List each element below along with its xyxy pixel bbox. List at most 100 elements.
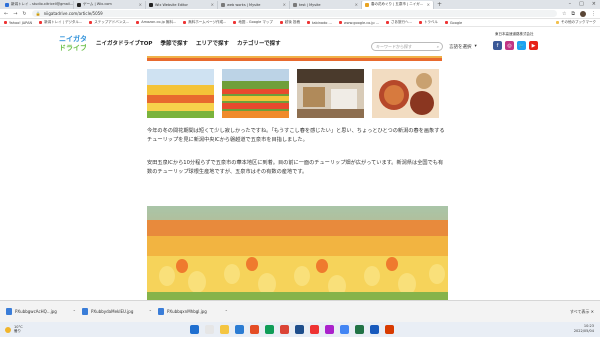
taskbar-app-icon[interactable] bbox=[280, 325, 289, 334]
taskbar-app-icon[interactable] bbox=[250, 325, 259, 334]
nav-area[interactable]: エリアで探す bbox=[196, 39, 229, 47]
close-window-icon[interactable]: × bbox=[592, 1, 596, 7]
thumbnail-tulip-field[interactable] bbox=[147, 69, 214, 118]
article-paragraph: 安田五泉ICから10分程らずで五泉市の華本地区に到着。目の前に一面のチューリップ… bbox=[147, 160, 444, 175]
logo-line-1: ニイガタ bbox=[59, 34, 86, 43]
clock-date[interactable]: 2022/05/04 bbox=[574, 329, 594, 334]
facebook-icon[interactable]: f bbox=[493, 41, 502, 50]
bookmark-item[interactable]: tabinado ... bbox=[307, 21, 332, 25]
browser-tab[interactable]: test | Mysite × bbox=[290, 0, 362, 9]
tab-close-icon[interactable]: × bbox=[427, 2, 430, 7]
show-all-button[interactable]: すべて表示 ✕ bbox=[570, 309, 594, 315]
browser-tab[interactable]: web works | Mysite × bbox=[218, 0, 290, 9]
bookmark-item[interactable]: Amazon.co.jp 無料... bbox=[136, 20, 176, 25]
weather-widget[interactable]: 10°C 曇り bbox=[5, 325, 115, 334]
bookmark-item[interactable]: その他のブックマーク bbox=[556, 20, 596, 25]
youtube-icon[interactable]: ▶ bbox=[529, 41, 538, 50]
bookmark-icon bbox=[4, 21, 7, 24]
bookmark-item[interactable]: さあ旅行へ... bbox=[386, 20, 412, 25]
download-item[interactable]: PXubbgwcAcHQ...jpg ⌃ bbox=[6, 308, 76, 315]
extensions-icon[interactable]: ⧉ bbox=[571, 11, 575, 17]
bookmark-item[interactable]: 越後 投稿 bbox=[279, 20, 300, 25]
tab-favicon-icon bbox=[365, 2, 369, 7]
image-file-icon bbox=[158, 308, 164, 315]
tab-favicon-icon bbox=[293, 2, 297, 7]
browser-tab-strip: 新潟トレイ - studio.xitricell@gmail...× ゲーム |… bbox=[0, 0, 600, 9]
twitter-icon[interactable]: 🐦 bbox=[517, 41, 526, 50]
address-bar: ← → ↻ 🔒 niigatadrive.com/article/5059 ☆ … bbox=[0, 9, 600, 19]
browser-tab[interactable]: 新潟トレイ - studio.xitricell@gmail...× bbox=[2, 0, 74, 9]
thumbnail-tulip-rows[interactable] bbox=[222, 69, 289, 118]
photo-thumbnails bbox=[147, 69, 439, 118]
taskbar-app-icon[interactable] bbox=[235, 325, 244, 334]
tab-close-icon[interactable]: × bbox=[355, 2, 358, 7]
taskbar-app-icon[interactable] bbox=[355, 325, 364, 334]
nav-season[interactable]: 季節で探す bbox=[160, 39, 188, 47]
menu-icon[interactable]: ⋮ bbox=[591, 11, 596, 17]
tab-close-icon[interactable]: × bbox=[211, 2, 214, 7]
taskbar-app-icon[interactable] bbox=[325, 325, 334, 334]
url-field[interactable]: 🔒 niigatadrive.com/article/5059 bbox=[31, 10, 557, 17]
forward-icon[interactable]: → bbox=[13, 11, 17, 17]
folder-icon bbox=[556, 21, 559, 24]
back-icon[interactable]: ← bbox=[4, 11, 8, 17]
chevron-up-icon[interactable]: ⌃ bbox=[225, 309, 228, 314]
taskbar-app-icon[interactable] bbox=[310, 325, 319, 334]
bookmark-icon bbox=[444, 21, 448, 24]
minimize-icon[interactable]: – bbox=[569, 1, 572, 7]
bookmark-item[interactable]: 地図 - Google マップ bbox=[233, 20, 273, 25]
taskbar-app-icon[interactable] bbox=[385, 325, 394, 334]
bookmark-item[interactable]: トラベル bbox=[418, 20, 438, 25]
tulip-photo-strip bbox=[147, 56, 442, 61]
site-search-input[interactable]: キーワードから探す ⌕ bbox=[371, 42, 443, 51]
star-icon[interactable]: ☆ bbox=[562, 11, 566, 17]
browser-tab[interactable]: ゲーム | Wix.com × bbox=[74, 0, 146, 9]
taskbar-app-icon[interactable] bbox=[370, 325, 379, 334]
download-item[interactable]: PXubbydaMeklEU.jpg ⌃ bbox=[82, 308, 152, 315]
taskbar-app-icon[interactable] bbox=[220, 325, 229, 334]
reload-icon[interactable]: ↻ bbox=[22, 11, 26, 17]
new-tab-icon[interactable]: + bbox=[437, 1, 442, 8]
search-icon[interactable]: ⌕ bbox=[437, 44, 439, 49]
download-item[interactable]: PXubbqxnMhbgl.jpg ⌃ bbox=[158, 308, 228, 315]
thumbnail-shop-interior[interactable] bbox=[297, 69, 364, 118]
taskbar-app-icon[interactable] bbox=[340, 325, 349, 334]
bookmark-icon bbox=[39, 21, 43, 24]
bookmark-item[interactable]: 無料ホームページ作成... bbox=[183, 20, 226, 25]
taskbar-app-icon[interactable] bbox=[265, 325, 274, 334]
bookmark-item[interactable]: Google bbox=[444, 21, 462, 25]
tab-close-icon[interactable]: × bbox=[283, 2, 286, 7]
bookmark-icon bbox=[338, 21, 342, 24]
download-bar: PXubbgwcAcHQ...jpg ⌃ PXubbydaMeklEU.jpg ⌃ … bbox=[0, 300, 600, 322]
chevron-up-icon[interactable]: ⌃ bbox=[73, 309, 76, 314]
image-file-icon bbox=[82, 308, 88, 315]
maximize-icon[interactable]: □ bbox=[579, 1, 584, 7]
tab-favicon-icon bbox=[5, 2, 9, 7]
bookmark-item[interactable]: 新潟トレイ | デジタル... bbox=[39, 20, 82, 25]
lock-icon: 🔒 bbox=[35, 11, 41, 16]
browser-tab[interactable]: Wix Website Editor × bbox=[146, 0, 218, 9]
bookmark-item[interactable]: Yahoo! JAPAN bbox=[4, 21, 32, 25]
taskbar-app-icon[interactable] bbox=[190, 325, 199, 334]
profile-avatar[interactable] bbox=[580, 10, 586, 17]
bookmark-icon bbox=[183, 21, 187, 24]
system-tray: 10:23 2022/05/04 bbox=[574, 324, 594, 334]
language-select[interactable]: 言語を選択 ▾ bbox=[449, 42, 481, 51]
nexco-logo[interactable]: 東日本高速道路株式会社 bbox=[495, 32, 534, 37]
site-logo[interactable]: ニイガタ ドライブ bbox=[58, 32, 87, 54]
browser-tab-active[interactable]: 春の花めぐり | 五泉市 | ニイガ... × bbox=[362, 0, 434, 9]
nav-category[interactable]: カテゴリーで探す bbox=[237, 39, 281, 47]
social-links: f ◎ 🐦 ▶ bbox=[493, 41, 538, 50]
chevron-up-icon[interactable]: ⌃ bbox=[149, 309, 152, 314]
site-nav: ニイガタドライブTOP 季節で探す エリアで探す カテゴリーで探す bbox=[96, 39, 281, 47]
nav-top[interactable]: ニイガタドライブTOP bbox=[96, 39, 152, 47]
bookmark-item[interactable]: ステップアドバンス... bbox=[89, 20, 129, 25]
window-controls: – □ × bbox=[569, 1, 596, 7]
instagram-icon[interactable]: ◎ bbox=[505, 41, 514, 50]
tab-close-icon[interactable]: × bbox=[139, 2, 142, 7]
thumbnail-food[interactable] bbox=[372, 69, 439, 118]
taskbar-app-icon[interactable] bbox=[205, 325, 214, 334]
taskbar-app-icon[interactable] bbox=[295, 325, 304, 334]
article-paragraph: 今年の冬の間花期間は短くて少し寂しかったですね。「もうすこし春を感じたい」と思い… bbox=[147, 128, 445, 143]
bookmark-item[interactable]: www.google.co.jp ... bbox=[338, 21, 379, 25]
